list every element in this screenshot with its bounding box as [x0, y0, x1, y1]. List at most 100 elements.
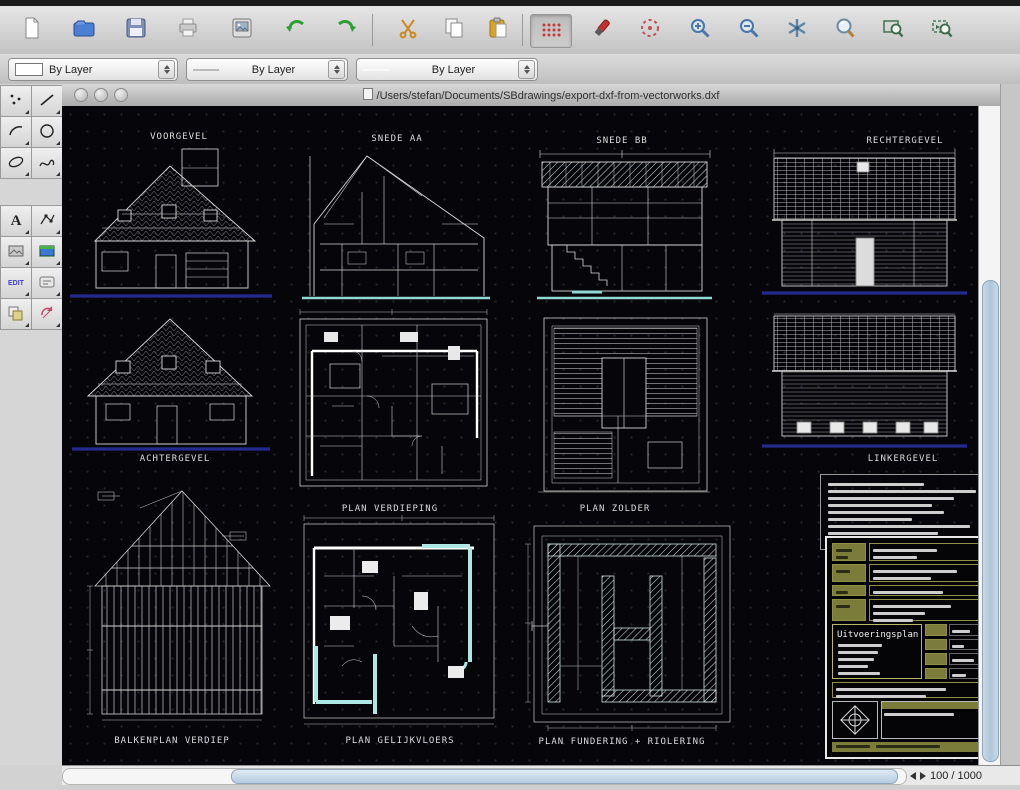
- edit-attributes-tool-button[interactable]: [31, 267, 63, 299]
- document-proxy-icon: [362, 88, 373, 100]
- title-block-plan-section: Uitvoeringsplan: [832, 624, 978, 679]
- snap-circle-icon: [638, 16, 662, 45]
- window-title: /Users/stefan/Documents/SBdrawings/expor…: [62, 88, 1020, 102]
- points-tool-button[interactable]: [0, 85, 32, 117]
- points-icon: [6, 90, 26, 113]
- label-snede-bb: SNEDE BB: [596, 136, 648, 146]
- title-block-row: [832, 564, 978, 582]
- linetype-by-layer-dropdown[interactable]: By Layer: [186, 58, 348, 81]
- rotate-tool-button[interactable]: [31, 298, 63, 330]
- text-tool-button[interactable]: A: [0, 205, 32, 237]
- circle-tool-button[interactable]: [31, 116, 63, 148]
- main-toolbar: [0, 6, 1020, 55]
- magnifier-icon: [833, 16, 857, 45]
- stepper-arrows-icon[interactable]: [518, 60, 535, 79]
- copy-button[interactable]: [438, 14, 470, 46]
- zoom-previous-button[interactable]: [926, 14, 958, 46]
- drawing-canvas[interactable]: VOORGEVEL SNEDE AA SNEDE BB RECHTERGEVEL…: [62, 106, 978, 765]
- new-document-icon: [20, 16, 44, 45]
- label-rechtergevel: RECHTERGEVEL: [866, 136, 944, 146]
- edit-tool-button[interactable]: EDIT: [0, 267, 32, 299]
- layer-color-value: By Layer: [49, 63, 93, 76]
- save-button[interactable]: [120, 14, 152, 46]
- arc-tool-button[interactable]: [0, 116, 32, 148]
- title-block-plan-cell: Uitvoeringsplan: [832, 624, 923, 679]
- new-document-button[interactable]: [16, 14, 48, 46]
- label-snede-aa: SNEDE AA: [371, 134, 423, 144]
- spline-icon: [37, 152, 57, 175]
- export-image-button[interactable]: [226, 14, 258, 46]
- zoom-increase-arrow[interactable]: [920, 772, 926, 780]
- drawing-plan-fundering: [525, 525, 731, 731]
- grid-toggle-button[interactable]: [530, 14, 572, 48]
- zoom-window-button[interactable]: [877, 14, 909, 46]
- open-button[interactable]: [68, 14, 100, 46]
- duplicate-tool-button[interactable]: [0, 298, 32, 330]
- layer-color-swatch: [15, 63, 43, 76]
- undo-button[interactable]: [280, 14, 312, 46]
- viewport-tool-button[interactable]: [31, 236, 63, 268]
- zoom-out-icon: [737, 16, 761, 45]
- duplicate-icon: [6, 303, 26, 326]
- vertical-scrollbar[interactable]: [978, 106, 1001, 765]
- label-plan-gelijkvloers: PLAN GELIJKVLOERS: [345, 736, 455, 746]
- drawing-rechtergevel: [762, 149, 967, 295]
- zoom-in-button[interactable]: [684, 14, 716, 46]
- drawing-plan-verdieping: [299, 309, 488, 487]
- stepper-arrows-icon[interactable]: [328, 60, 345, 79]
- clipboard-icon: [486, 16, 510, 45]
- arc-icon: [6, 121, 26, 144]
- toolbar-separator: [372, 14, 373, 46]
- zoom-out-button[interactable]: [733, 14, 765, 46]
- redo-button[interactable]: [330, 14, 362, 46]
- open-folder-icon: [72, 16, 96, 45]
- layer-controls-bar: By Layer By Layer By Layer: [0, 54, 1020, 85]
- paste-button[interactable]: [482, 14, 514, 46]
- label-achtergevel: ACHTERGEVEL: [139, 454, 211, 464]
- circle-icon: [37, 121, 57, 144]
- vertical-scrollbar-thumb[interactable]: [982, 280, 999, 762]
- nodes-icon: [37, 210, 57, 233]
- spline-tool-button[interactable]: [31, 147, 63, 179]
- plan-name-text: Uitvoeringsplan: [837, 630, 919, 640]
- layer-lineweight-swatch: [363, 68, 389, 71]
- save-floppy-icon: [124, 16, 148, 45]
- stepper-arrows-icon[interactable]: [158, 60, 175, 79]
- cut-button[interactable]: [392, 14, 424, 46]
- zoom-decrease-arrow[interactable]: [910, 772, 916, 780]
- print-button[interactable]: [172, 14, 204, 46]
- document-titlebar[interactable]: /Users/stefan/Documents/SBdrawings/expor…: [62, 84, 1020, 107]
- tool-palette: A EDIT: [0, 84, 63, 790]
- image-tool-button[interactable]: [0, 236, 32, 268]
- magnify-button[interactable]: [829, 14, 861, 46]
- text-tool-icon: A: [10, 212, 22, 229]
- label-voorgevel: VOORGEVEL: [150, 132, 208, 142]
- line-tool-button[interactable]: [31, 85, 63, 117]
- architect-stamp-logo: [832, 701, 878, 739]
- zoom-status: 100 / 1000: [910, 766, 1020, 786]
- eraser-button[interactable]: [586, 14, 618, 46]
- edit-tool-icon: EDIT: [8, 279, 24, 287]
- title-block-row: [832, 682, 978, 698]
- line-icon: [37, 90, 57, 113]
- layer-linetype-swatch: [193, 68, 219, 71]
- image-tool-icon: [6, 241, 26, 264]
- cad-application: By Layer By Layer By Layer A EDIT /Users…: [0, 0, 1020, 790]
- horizontal-scrollbar[interactable]: [62, 768, 907, 785]
- zoom-in-icon: [688, 16, 712, 45]
- snap-button[interactable]: [634, 14, 666, 46]
- pan-button[interactable]: [781, 14, 813, 46]
- lineweight-by-layer-dropdown[interactable]: By Layer: [356, 58, 538, 81]
- drawing-plan-zolder: [538, 317, 710, 493]
- drawing-balkenplan: [87, 490, 271, 721]
- ellipse-tool-button[interactable]: [0, 147, 32, 179]
- title-block-row: [832, 543, 978, 561]
- copy-pages-icon: [442, 16, 466, 45]
- nodes-tool-button[interactable]: [31, 205, 63, 237]
- title-block-row: [832, 599, 978, 622]
- color-by-layer-dropdown[interactable]: By Layer: [8, 58, 178, 81]
- printer-icon: [176, 16, 200, 45]
- zoom-window-icon: [881, 16, 905, 45]
- title-block-footer: [832, 701, 978, 739]
- horizontal-scrollbar-thumb[interactable]: [231, 769, 898, 784]
